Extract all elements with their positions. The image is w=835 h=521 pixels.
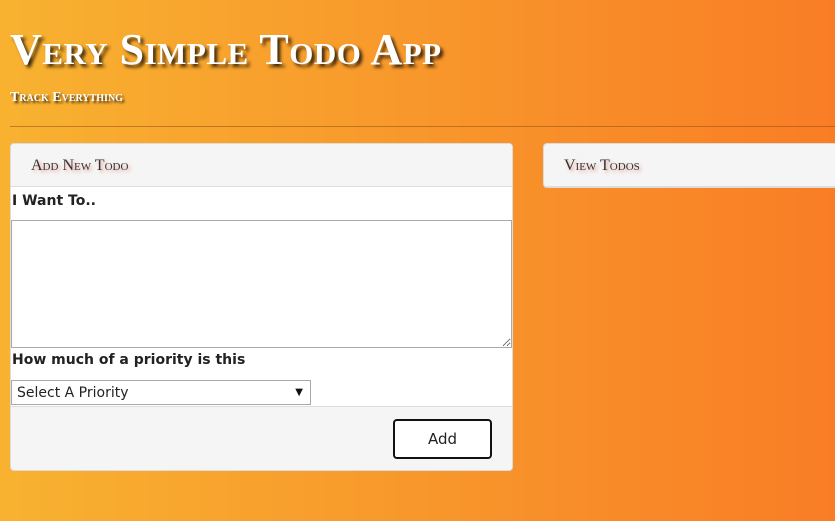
header-divider xyxy=(10,126,835,127)
priority-label: How much of a priority is this xyxy=(12,352,246,368)
todo-text-label: I Want To.. xyxy=(12,193,96,209)
priority-select[interactable]: Select A Priority ▼ xyxy=(11,380,311,405)
priority-select-value: Select A Priority xyxy=(17,384,129,401)
app-title: Very Simple Todo App xyxy=(10,25,442,74)
add-todo-panel-heading: Add New Todo xyxy=(11,144,512,187)
add-todo-panel: Add New Todo I Want To.. How much of a p… xyxy=(10,143,513,471)
add-button[interactable]: Add xyxy=(393,419,492,459)
add-todo-heading-text: Add New Todo xyxy=(31,157,129,174)
app-subtitle: Track Everything xyxy=(10,90,123,105)
chevron-down-icon: ▼ xyxy=(295,387,303,398)
add-todo-panel-footer: Add xyxy=(11,406,512,470)
app-header: Very Simple Todo App Track Everything xyxy=(10,20,442,106)
view-todos-panel: View Todos xyxy=(543,143,835,188)
view-todos-heading-text: View Todos xyxy=(564,157,640,174)
view-todos-panel-heading: View Todos xyxy=(544,144,835,187)
todo-text-input[interactable] xyxy=(11,220,512,348)
